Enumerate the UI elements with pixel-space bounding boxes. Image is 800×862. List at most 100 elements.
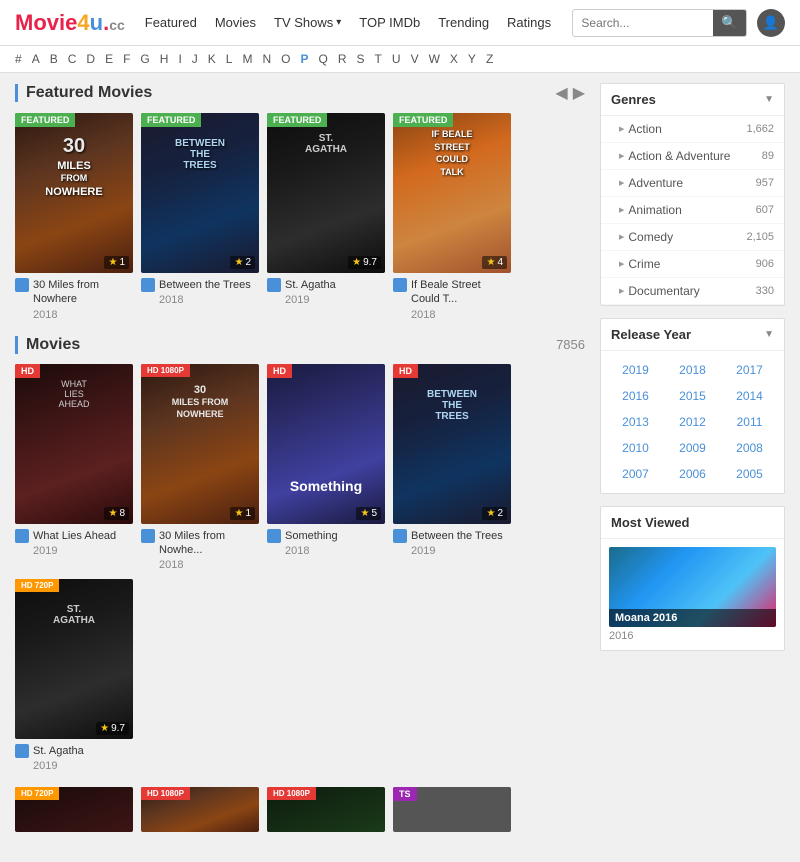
- featured-movie-4[interactable]: FEATURED IF BEALESTREETCOULDTALK ★4 If B…: [393, 113, 511, 321]
- year-2017[interactable]: 2017: [723, 359, 776, 381]
- movie-title-5: St. Agatha: [33, 744, 84, 758]
- alpha-h[interactable]: H: [160, 52, 169, 66]
- quality-icon-2: [141, 278, 155, 292]
- year-2018[interactable]: 2018: [666, 359, 719, 381]
- alpha-c[interactable]: C: [68, 52, 77, 66]
- alpha-w[interactable]: W: [429, 52, 440, 66]
- most-viewed-item-1[interactable]: Moana 2016 2016: [601, 539, 784, 650]
- alpha-o[interactable]: O: [281, 52, 290, 66]
- movie-quality-4: [393, 529, 407, 543]
- year-2008[interactable]: 2008: [723, 437, 776, 459]
- movie-5[interactable]: HD 720P ST.AGATHA ★9.7 St. Agatha 2019: [15, 579, 133, 772]
- year-2010[interactable]: 2010: [609, 437, 662, 459]
- logo[interactable]: Movie4u.cc: [15, 10, 125, 36]
- genre-item-crime[interactable]: Crime 906: [601, 251, 784, 278]
- year-2007[interactable]: 2007: [609, 463, 662, 485]
- movie-row2-3[interactable]: HD 1080P: [267, 787, 385, 832]
- year-2016[interactable]: 2016: [609, 385, 662, 407]
- featured-prev[interactable]: ◀: [555, 83, 567, 103]
- year-2006[interactable]: 2006: [666, 463, 719, 485]
- alpha-y[interactable]: Y: [468, 52, 476, 66]
- search-input[interactable]: [573, 16, 713, 30]
- year-2011[interactable]: 2011: [723, 411, 776, 433]
- genres-title: Genres: [611, 92, 656, 107]
- alpha-x[interactable]: X: [450, 52, 458, 66]
- alpha-g[interactable]: G: [140, 52, 149, 66]
- year-2019[interactable]: 2019: [609, 359, 662, 381]
- alpha-s[interactable]: S: [357, 52, 365, 66]
- movie-2[interactable]: HD 1080P 30MILES FROMNOWHERE ★1 30 Miles…: [141, 364, 259, 572]
- alpha-q[interactable]: Q: [319, 52, 328, 66]
- alpha-n[interactable]: N: [262, 52, 271, 66]
- logo-movie: Movie: [15, 10, 77, 35]
- alpha-z[interactable]: Z: [486, 52, 493, 66]
- alpha-i[interactable]: I: [178, 52, 181, 66]
- nav-movies[interactable]: Movies: [215, 15, 256, 30]
- alpha-t[interactable]: T: [375, 52, 382, 66]
- movie-rating-1: ★8: [104, 507, 129, 520]
- year-2014[interactable]: 2014: [723, 385, 776, 407]
- movie-badge-3: HD: [267, 364, 292, 378]
- movie-title-2: 30 Miles from Nowhe...: [159, 529, 259, 558]
- year-2013[interactable]: 2013: [609, 411, 662, 433]
- movie-row2-2[interactable]: HD 1080P: [141, 787, 259, 832]
- movie-3[interactable]: HD Something ★5 Something 2018: [267, 364, 385, 572]
- genre-item-action-adventure[interactable]: Action & Adventure 89: [601, 143, 784, 170]
- genre-count-comedy: 2,105: [746, 231, 774, 243]
- genre-item-action[interactable]: Action 1,662: [601, 116, 784, 143]
- featured-movie-2[interactable]: FEATURED BETWEENTHETREES ★2 Between the …: [141, 113, 259, 321]
- nav-tvshows[interactable]: TV Shows: [274, 15, 341, 30]
- alpha-d[interactable]: D: [86, 52, 95, 66]
- featured-next[interactable]: ▶: [573, 83, 585, 103]
- genre-item-documentary[interactable]: Documentary 330: [601, 278, 784, 305]
- genre-item-adventure[interactable]: Adventure 957: [601, 170, 784, 197]
- year-2012[interactable]: 2012: [666, 411, 719, 433]
- alpha-a[interactable]: A: [32, 52, 40, 66]
- user-icon[interactable]: 👤: [757, 9, 785, 37]
- nav-featured[interactable]: Featured: [145, 15, 197, 30]
- search-button[interactable]: 🔍: [713, 9, 746, 37]
- main-nav: Featured Movies TV Shows TOP IMDb Trendi…: [145, 15, 573, 30]
- alpha-f[interactable]: F: [123, 52, 130, 66]
- movie-4[interactable]: HD BETWEENTHETREES ★2 Between the Trees …: [393, 364, 511, 572]
- featured-movie-year-4: 2018: [411, 309, 511, 321]
- year-grid: 2019 2018 2017 2016 2015 2014 2013 2012 …: [601, 351, 784, 493]
- movie-badge-5: HD 720P: [15, 579, 59, 592]
- alpha-m[interactable]: M: [242, 52, 252, 66]
- genre-count-adventure: 957: [756, 177, 774, 189]
- alpha-u[interactable]: U: [392, 52, 401, 66]
- nav-ratings[interactable]: Ratings: [507, 15, 551, 30]
- alpha-r[interactable]: R: [338, 52, 347, 66]
- nav-trending[interactable]: Trending: [438, 15, 489, 30]
- featured-movie-1[interactable]: FEATURED 30 MILES FROM NOWHERE ★1 30 Mil…: [15, 113, 133, 321]
- movie-1[interactable]: HD WHATLIESAHEAD ★8 What Lies Ahead 2019: [15, 364, 133, 572]
- alpha-hash[interactable]: #: [15, 52, 22, 66]
- featured-badge-2: FEATURED: [141, 113, 201, 127]
- featured-thumb-3: FEATURED ST.AGATHA ★9.7: [267, 113, 385, 273]
- genre-item-animation[interactable]: Animation 607: [601, 197, 784, 224]
- movie-row2-1[interactable]: HD 720P: [15, 787, 133, 832]
- alpha-e[interactable]: E: [105, 52, 113, 66]
- release-year-toggle[interactable]: ▼: [764, 329, 774, 340]
- header: Movie4u.cc Featured Movies TV Shows TOP …: [0, 0, 800, 46]
- movie-info-2: 30 Miles from Nowhe... 2018: [141, 529, 259, 572]
- alpha-b[interactable]: B: [50, 52, 58, 66]
- movie-rating-4: ★2: [482, 507, 507, 520]
- year-2009[interactable]: 2009: [666, 437, 719, 459]
- alpha-p[interactable]: P: [301, 52, 309, 66]
- alpha-j[interactable]: J: [192, 52, 198, 66]
- nav-topimdb[interactable]: TOP IMDb: [359, 15, 420, 30]
- year-2015[interactable]: 2015: [666, 385, 719, 407]
- featured-movie-3[interactable]: FEATURED ST.AGATHA ★9.7 St. Agatha 2019: [267, 113, 385, 321]
- movie-title-3: Something: [285, 529, 338, 543]
- alpha-v[interactable]: V: [411, 52, 419, 66]
- movie-row2-4[interactable]: TS: [393, 787, 511, 832]
- movie-rating-2: ★1: [230, 507, 255, 520]
- genres-header: Genres ▼: [601, 84, 784, 116]
- genres-toggle[interactable]: ▼: [764, 94, 774, 105]
- alpha-k[interactable]: K: [208, 52, 216, 66]
- movie-thumb-1: HD WHATLIESAHEAD ★8: [15, 364, 133, 524]
- alpha-l[interactable]: L: [226, 52, 233, 66]
- genre-item-comedy[interactable]: Comedy 2,105: [601, 224, 784, 251]
- year-2005[interactable]: 2005: [723, 463, 776, 485]
